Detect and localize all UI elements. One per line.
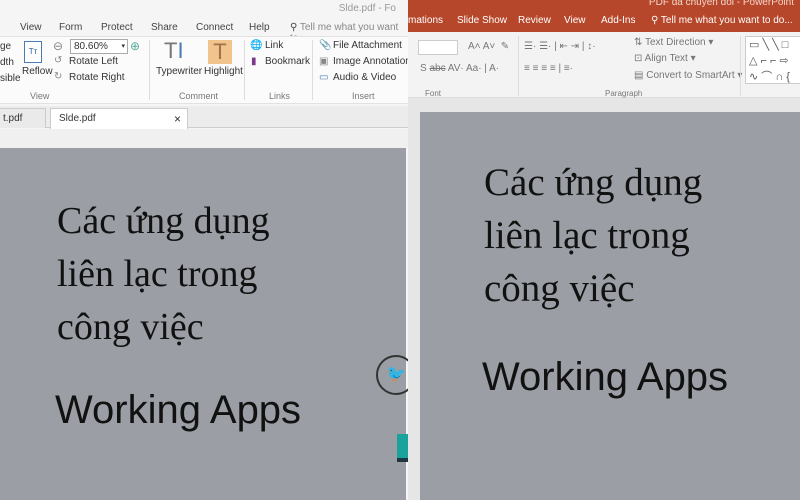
- typewriter-icon: TI: [164, 38, 184, 63]
- highlight-icon: T: [208, 40, 232, 64]
- tab-slde-pdf[interactable]: Slde.pdf ×: [50, 108, 188, 129]
- menu-view[interactable]: View: [564, 15, 586, 26]
- slide-title-line: Các ứng dụng: [484, 161, 703, 204]
- window-title: PDF đã chuyển đổi - PowerPoint: [648, 0, 794, 8]
- bookmark-button[interactable]: Bookmark: [265, 56, 310, 67]
- divider: [518, 36, 519, 96]
- menu-animations[interactable]: mations: [408, 15, 443, 26]
- foxit-window: Slde.pdf - Fo View Form Protect Share Co…: [0, 0, 408, 500]
- group-label-comment: Comment: [179, 91, 219, 101]
- close-tab-icon[interactable]: ×: [174, 112, 181, 126]
- link-icon: 🌐: [250, 40, 263, 51]
- group-label-insert: Insert: [352, 91, 375, 101]
- group-label-paragraph: Paragraph: [605, 89, 643, 98]
- menu-protect[interactable]: Protect: [101, 22, 133, 33]
- tab-other-pdf[interactable]: t.pdf: [0, 108, 46, 128]
- group-label-links: Links: [269, 91, 291, 101]
- rotate-left-button[interactable]: Rotate Left: [69, 56, 118, 67]
- pdf-page: Các ứng dụng liên lạc trong công việc Wo…: [0, 148, 408, 500]
- rotate-left-icon: ↺: [54, 55, 63, 66]
- list-indent-icons[interactable]: ☰· ☰· | ⇤ ⇥ | ↕·: [524, 41, 596, 52]
- bookmark-icon: ▮: [251, 56, 257, 67]
- powerpoint-window: PDF đã chuyển đổi - PowerPoint mations S…: [408, 0, 800, 500]
- fit-width-button[interactable]: dth: [0, 57, 14, 68]
- ppt-title-bar: PDF đã chuyển đổi - PowerPoint mations S…: [408, 0, 800, 32]
- rotate-right-button[interactable]: Rotate Right: [69, 72, 125, 83]
- shapes-gallery[interactable]: ▭ ╲ ╲ □ △ ⌐ ⌐ ⇨ ∿ ⌒ ∩ {: [745, 36, 800, 84]
- font-grow-shrink-icons[interactable]: A˄ A˅ ✎: [468, 41, 509, 52]
- slide-title-line: Các ứng dụng: [57, 200, 270, 242]
- smartart-icon: ▤: [634, 70, 644, 81]
- divider: [149, 40, 150, 100]
- lightbulb-icon: ⚲: [651, 15, 661, 26]
- menu-connect[interactable]: Connect: [196, 22, 233, 33]
- divider: [312, 40, 313, 100]
- font-size-input[interactable]: [418, 40, 458, 55]
- slide-title-line: công việc: [484, 267, 635, 310]
- align-text-button[interactable]: ⊡ Align Text ▾: [634, 53, 696, 64]
- slide-title-line: liên lạc trong: [57, 253, 258, 295]
- typewriter-button[interactable]: Typewriter: [156, 66, 202, 77]
- menu-help[interactable]: Help: [249, 22, 270, 33]
- twitter-icon: 🐦: [376, 355, 408, 395]
- fit-visible-button[interactable]: sible: [0, 73, 21, 84]
- tab-label: t.pdf: [3, 113, 23, 124]
- slide-subtitle: Working Apps: [55, 388, 302, 432]
- text-direction-button[interactable]: ⇅ Text Direction ▾: [634, 37, 713, 48]
- menu-view[interactable]: View: [20, 22, 42, 33]
- reflow-icon: Tт: [24, 41, 42, 63]
- label: Text Direction: [645, 37, 706, 48]
- zoom-select[interactable]: 80.60% ▾: [70, 39, 128, 54]
- link-button[interactable]: Link: [265, 40, 283, 51]
- zoom-value: 80.60%: [74, 41, 108, 52]
- group-label-view: View: [30, 91, 50, 101]
- viewer-gap: [0, 129, 408, 148]
- tell-me-input[interactable]: ⚲ Tell me what you want to do...: [651, 15, 793, 26]
- audio-video-icon: ▭: [319, 72, 329, 83]
- label: Convert to SmartArt: [646, 70, 735, 81]
- slide-title-line: công việc: [57, 306, 204, 348]
- menu-form[interactable]: Form: [59, 22, 82, 33]
- file-attachment-button[interactable]: File Attachment: [333, 40, 402, 51]
- menu-review[interactable]: Review: [518, 15, 551, 26]
- laptop-icon: [397, 434, 408, 462]
- chevron-down-icon: ▾: [121, 43, 125, 50]
- alignment-icons[interactable]: ≡ ≡ ≡ ≡ | ≡·: [524, 63, 573, 74]
- title-bar: Slde.pdf - Fo: [0, 0, 408, 18]
- zoom-in-icon[interactable]: ⊕: [130, 39, 140, 53]
- slide-subtitle: Working Apps: [482, 355, 729, 399]
- image-annotation-icon: ▣: [319, 56, 329, 67]
- image-annotation-button[interactable]: Image Annotation: [333, 56, 408, 67]
- reflow-button[interactable]: Reflow: [22, 66, 53, 77]
- lightbulb-icon: ⚲: [290, 22, 300, 33]
- align-text-icon: ⊡: [634, 53, 643, 64]
- rotate-right-icon: ↻: [54, 71, 63, 82]
- file-attachment-icon: 📎: [319, 40, 332, 51]
- label: Align Text: [644, 53, 688, 64]
- divider: [740, 36, 741, 96]
- menu-add-ins[interactable]: Add-Ins: [601, 15, 635, 26]
- tab-label: Slde.pdf: [59, 113, 96, 124]
- text-direction-icon: ⇅: [634, 37, 643, 48]
- convert-smartart-button[interactable]: ▤ Convert to SmartArt ▾: [634, 70, 742, 81]
- divider: [244, 40, 245, 100]
- font-format-icons[interactable]: S abc AV· Aa· | A·: [420, 63, 499, 74]
- menu-share[interactable]: Share: [151, 22, 178, 33]
- audio-video-button[interactable]: Audio & Video: [333, 72, 396, 83]
- ppt-slide: Các ứng dụng liên lạc trong công việc Wo…: [420, 112, 800, 500]
- menu-slide-show[interactable]: Slide Show: [457, 15, 507, 26]
- group-label-font: Font: [425, 89, 442, 98]
- highlight-button[interactable]: Highlight: [204, 66, 243, 77]
- slide-title-line: liên lạc trong: [484, 214, 690, 257]
- zoom-out-icon[interactable]: ⊖: [53, 39, 63, 53]
- tab-bar: t.pdf Slde.pdf ×: [0, 106, 408, 129]
- window-title: Slde.pdf - Fo: [338, 3, 396, 14]
- fit-page-button[interactable]: ge: [0, 41, 11, 52]
